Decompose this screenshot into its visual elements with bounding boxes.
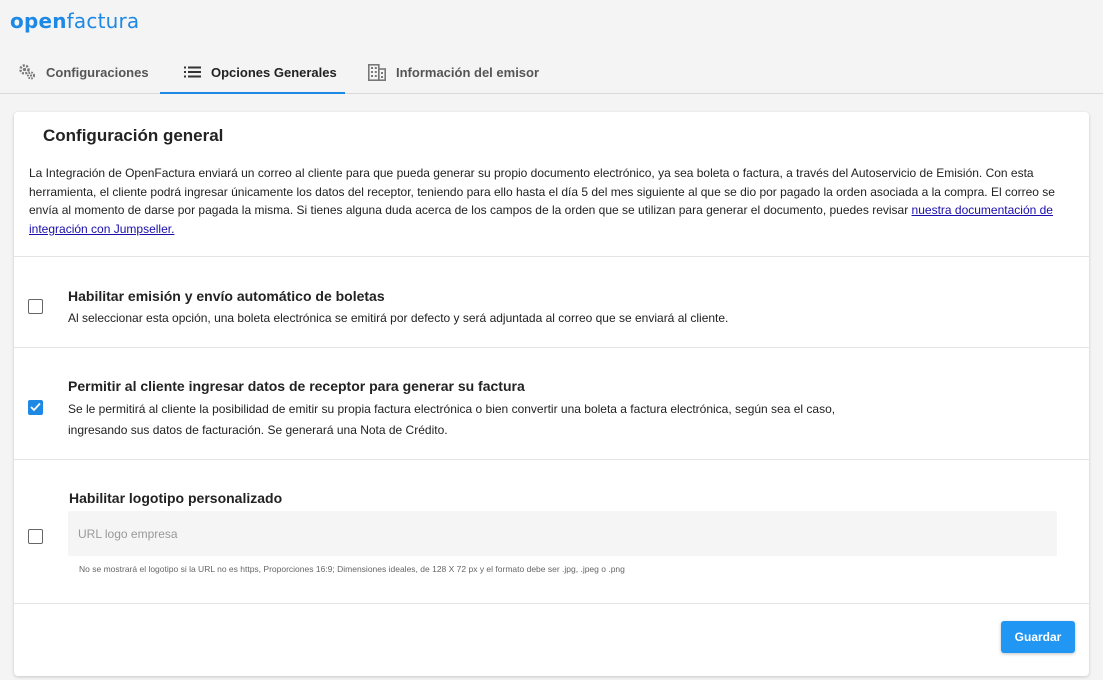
option-description: Al seleccionar esta opción, una boleta e… [68, 311, 729, 325]
top-bar: openfactura Configuraciones Opciones Gen… [0, 0, 1103, 94]
custom-logo-checkbox[interactable] [28, 529, 43, 544]
check-icon [30, 402, 41, 412]
divider [14, 347, 1089, 348]
option-title: Habilitar logotipo personalizado [69, 490, 283, 506]
tab-informacion-emisor[interactable]: Información del emisor [345, 50, 545, 94]
option-description: ingresando sus datos de facturación. Se … [68, 423, 448, 437]
option-description: Se le permitirá al cliente la posibilida… [68, 402, 836, 416]
logo-hint: No se mostrará el logotipo si la URL no … [79, 564, 625, 574]
gears-icon [18, 63, 36, 81]
divider [14, 256, 1089, 257]
tab-configuraciones[interactable]: Configuraciones [0, 50, 160, 94]
divider [14, 459, 1089, 460]
option-title: Habilitar emisión y envío automático de … [68, 288, 385, 304]
intro-text: La Integración de OpenFactura enviará un… [29, 166, 1055, 236]
openfactura-logo[interactable]: openfactura [10, 9, 139, 33]
list-icon [184, 66, 201, 78]
building-icon [368, 63, 386, 81]
receptor-data-checkbox[interactable] [28, 400, 43, 415]
tab-bar: Configuraciones Opciones Generales Infor… [0, 50, 545, 94]
divider [14, 603, 1089, 604]
tab-opciones-generales[interactable]: Opciones Generales [160, 50, 345, 94]
logo-url-input[interactable] [68, 511, 1057, 556]
option-title: Permitir al cliente ingresar datos de re… [68, 378, 525, 394]
save-button[interactable]: Guardar [1001, 621, 1075, 653]
auto-boletas-checkbox[interactable] [28, 299, 43, 314]
config-card: Configuración general La Integración de … [14, 112, 1089, 676]
card-title: Configuración general [43, 126, 224, 145]
tab-label: Información del emisor [396, 64, 540, 80]
tab-label: Configuraciones [46, 64, 149, 80]
tab-label: Opciones Generales [211, 64, 337, 80]
